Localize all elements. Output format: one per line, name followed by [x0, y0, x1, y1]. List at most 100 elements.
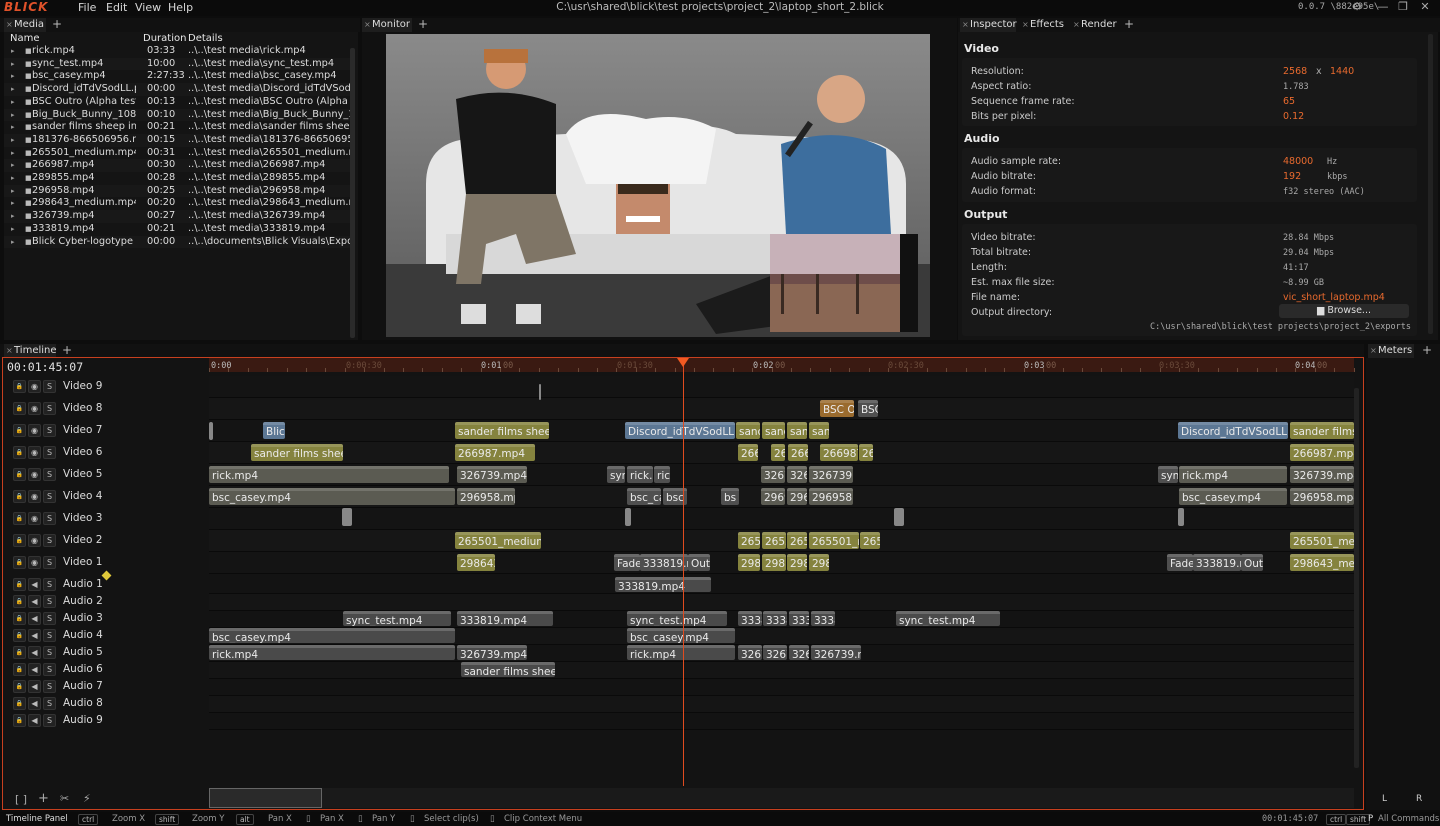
menu-view[interactable]: View — [135, 1, 161, 14]
menu-edit[interactable]: Edit — [106, 1, 127, 14]
clip[interactable]: 3267 — [738, 645, 762, 660]
clip[interactable]: 298 — [787, 554, 807, 571]
clip[interactable]: 326739.m — [811, 645, 861, 660]
add-tab-icon[interactable]: + — [1422, 344, 1432, 357]
media-row[interactable]: ▸ ■ sync_test.mp4 10:00 ..\..\test media\syn… — [4, 57, 354, 71]
clip[interactable]: Discord_idTdVSodLL.pn — [1178, 422, 1288, 439]
close-tab-icon[interactable]: × — [1022, 18, 1029, 32]
clip[interactable]: rick.mp4 — [209, 645, 455, 660]
clip[interactable]: 266987.mp4 — [1290, 444, 1354, 461]
tab-media[interactable]: × Media — [4, 18, 46, 32]
expand-arrow-icon[interactable]: ▸ — [11, 172, 15, 185]
clip-marker[interactable] — [342, 508, 352, 526]
media-row[interactable]: ▸ ■Blick Cyber-logotype Cc 00:00 ..\..\docu… — [4, 235, 354, 249]
clip[interactable]: 2655 — [762, 532, 786, 549]
clip[interactable]: syn — [1158, 466, 1178, 483]
add-tab-icon[interactable]: + — [52, 18, 62, 31]
col-duration[interactable]: Duration — [143, 33, 186, 44]
expand-arrow-icon[interactable]: ▸ — [11, 45, 15, 58]
expand-arrow-icon[interactable]: ▸ — [11, 70, 15, 83]
clip[interactable]: bsc_casey.mp4 — [1179, 488, 1287, 505]
media-row[interactable]: ▸ ■ Discord_idTdVSodLL.pr 00:00 ..\..\test m… — [4, 83, 354, 96]
expand-arrow-icon[interactable]: ▸ — [11, 58, 15, 71]
clip[interactable]: 326739. — [809, 466, 853, 483]
tab-render[interactable]: × Render — [1071, 18, 1121, 32]
clip-marker[interactable] — [209, 422, 213, 440]
resolution-height[interactable]: 1440 — [1330, 66, 1354, 77]
clip[interactable]: 265501_med — [1290, 532, 1354, 549]
clip[interactable]: 3267 — [761, 466, 785, 483]
clip[interactable]: Out — [688, 554, 710, 571]
expand-arrow-icon[interactable]: ▸ — [11, 159, 15, 172]
clip[interactable]: 296 — [787, 488, 807, 505]
audio-lane[interactable] — [209, 679, 1354, 696]
monitor-preview[interactable] — [386, 34, 930, 337]
expand-arrow-icon[interactable]: ▸ — [11, 134, 15, 147]
clip[interactable]: 266 — [788, 444, 808, 461]
minimize-icon[interactable]: — — [1376, 0, 1390, 14]
clip[interactable]: 326 — [787, 466, 807, 483]
clip[interactable]: rick.mp4 — [209, 466, 449, 483]
clip[interactable]: rick.mp4 — [1179, 466, 1287, 483]
clip[interactable]: 333819.mp4 — [1193, 554, 1241, 571]
clip[interactable]: 265501_medium.r — [455, 532, 541, 549]
clip[interactable]: rick. — [627, 466, 653, 483]
tab-meters[interactable]: × Meters — [1368, 344, 1414, 358]
clip[interactable]: sander films sheep — [455, 422, 549, 439]
clip-marker[interactable] — [625, 508, 631, 526]
playhead-line[interactable] — [683, 358, 684, 786]
clip[interactable]: 333819.mp4 — [457, 611, 553, 626]
expand-arrow-icon[interactable]: ▸ — [11, 83, 15, 96]
expand-arrow-icon[interactable]: ▸ — [11, 109, 15, 122]
media-scrollbar[interactable] — [350, 48, 355, 338]
clip[interactable]: 3338 — [763, 611, 787, 626]
expand-arrow-icon[interactable]: ▸ — [11, 96, 15, 109]
tab-inspector[interactable]: × Inspector — [960, 18, 1017, 32]
audio-lane[interactable] — [209, 696, 1354, 713]
clip[interactable]: rick.mp4 — [627, 645, 735, 660]
clip-marker[interactable] — [1178, 508, 1184, 526]
expand-arrow-icon[interactable]: ▸ — [11, 121, 15, 134]
clip[interactable]: 265 — [860, 532, 880, 549]
audio-bitrate-value[interactable]: 192 — [1283, 171, 1301, 182]
fps-value[interactable]: 65 — [1283, 96, 1295, 107]
clip[interactable]: 326739.mp4 — [1290, 466, 1354, 483]
clip[interactable]: sync_test.mp4 — [627, 611, 727, 626]
clip[interactable]: 265 — [787, 532, 807, 549]
media-row[interactable]: ▸ ■ 289855.mp4 00:28 ..\..\test media\289855… — [4, 172, 354, 185]
clip[interactable]: sander films sheep.i — [461, 662, 555, 677]
audio-lane[interactable] — [209, 662, 1354, 679]
audio-lane[interactable] — [209, 577, 1354, 594]
clip[interactable]: 3338 — [738, 611, 762, 626]
browse-button[interactable]: ▆ Browse... — [1279, 304, 1409, 318]
col-details[interactable]: Details — [188, 33, 223, 44]
clip[interactable]: ric — [654, 466, 670, 483]
expand-arrow-icon[interactable]: ▸ — [11, 147, 15, 160]
media-row[interactable]: ▸ ■ Big_Buck_Bunny_1080_ 00:10 ..\..\test me… — [4, 108, 354, 122]
clip[interactable]: Fade — [614, 554, 640, 571]
clip-marker[interactable] — [894, 508, 904, 526]
unlink-icon[interactable]: ✂ — [60, 792, 69, 805]
expand-arrow-icon[interactable]: ▸ — [11, 210, 15, 223]
clip[interactable]: sanc — [762, 422, 785, 439]
clip[interactable]: 333819.mp4 — [640, 554, 688, 571]
close-tab-icon[interactable]: × — [6, 18, 13, 32]
media-row[interactable]: ▸ ■ 298643_medium.mp4 00:20 ..\..\test media… — [4, 197, 354, 210]
clip[interactable]: bsc_casey.mp4 — [209, 488, 455, 505]
clip[interactable]: bs — [721, 488, 739, 505]
clip[interactable]: sander films s — [1290, 422, 1354, 439]
clip[interactable]: BSC Ou — [820, 400, 854, 417]
media-row[interactable]: ▸ ■ 296958.mp4 00:25 ..\..\test media\296958… — [4, 184, 354, 198]
time-ruler[interactable]: 0:00 0:00:30 0:01 00 0:01:30 0:02 00 0:02:30 0:0… — [209, 358, 1355, 372]
clip[interactable]: sanc — [736, 422, 760, 439]
clip[interactable]: sander films sheep — [251, 444, 343, 461]
close-tab-icon[interactable]: × — [1073, 18, 1080, 32]
media-row[interactable]: ▸ ■181376-866506956.mp 00:15 ..\..\test med… — [4, 133, 354, 147]
clip-marker[interactable] — [539, 384, 541, 400]
video-lane[interactable] — [209, 376, 1354, 398]
file-name-value[interactable]: vic_short_laptop.mp4 — [1283, 292, 1385, 303]
clip[interactable]: 298643 — [457, 554, 495, 571]
add-tab-icon[interactable]: + — [1124, 18, 1134, 31]
audio-lane[interactable] — [209, 594, 1354, 611]
close-tab-icon[interactable]: × — [364, 18, 371, 32]
